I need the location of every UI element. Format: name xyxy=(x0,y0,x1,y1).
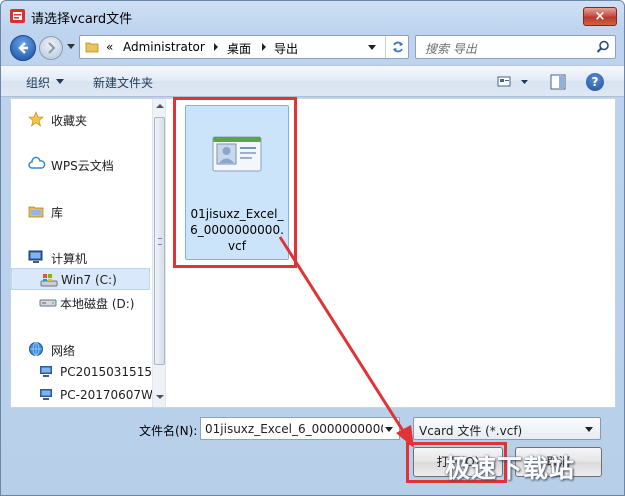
nav-item-network-pc-2[interactable]: PC-20170607W xyxy=(11,384,153,406)
nav-item-favorites[interactable]: 收藏夹 xyxy=(11,108,150,130)
filetype-value: Vcard 文件 (*.vcf) xyxy=(419,424,523,438)
arrow-left-icon xyxy=(18,42,28,54)
scrollbar-thumb[interactable] xyxy=(154,117,165,365)
open-file-dialog: 请选择vcard文件 × « Administrator 桌面 导出 搜索 导出… xyxy=(0,0,625,496)
navigation-pane: 收藏夹 WPS云文档 库 计算机 Win7 (C:) 本地磁盘 (D:) 网络 xyxy=(10,98,166,408)
filename-field[interactable]: 01jisuxz_Excel_6_0000000000.v xyxy=(200,417,400,440)
filename-label: 文件名(N): xyxy=(139,424,198,438)
computer-icon xyxy=(28,250,43,263)
nav-item-network[interactable]: 网络 xyxy=(11,338,150,360)
command-bar: 组织 新建文件夹 ? xyxy=(1,65,624,97)
scroll-down-icon[interactable] xyxy=(156,395,164,399)
file-name: 01jisuxz_Excel_6_0000000000.vcf xyxy=(190,207,284,253)
preview-pane-icon[interactable] xyxy=(550,74,566,90)
nav-item-label: 本地磁盘 (D:) xyxy=(60,297,135,311)
filename-input[interactable]: 01jisuxz_Excel_6_0000000000.v xyxy=(205,422,383,436)
folder-icon xyxy=(85,42,99,53)
breadcrumb-desktop[interactable]: 桌面 xyxy=(227,40,251,57)
chevron-right-icon[interactable] xyxy=(262,43,266,51)
breadcrumb-export[interactable]: 导出 xyxy=(274,40,298,57)
new-folder-button[interactable]: 新建文件夹 xyxy=(93,74,153,91)
nav-item-label: Win7 (C:) xyxy=(61,273,117,287)
nav-item-wps-cloud[interactable]: WPS云文档 xyxy=(11,153,150,175)
file-list[interactable]: 01jisuxz_Excel_6_0000000000.vcf xyxy=(165,98,616,408)
nav-item-network-pc-1[interactable]: PC20150315153 xyxy=(11,361,160,383)
chevron-down-icon[interactable] xyxy=(385,427,393,432)
grip-icon xyxy=(158,238,162,245)
file-item[interactable]: 01jisuxz_Excel_6_0000000000.vcf xyxy=(185,105,289,260)
recent-pages-dropdown[interactable] xyxy=(67,44,75,49)
search-icon[interactable] xyxy=(596,40,610,54)
star-icon xyxy=(28,111,44,127)
nav-item-label: PC20150315153 xyxy=(60,365,160,379)
nav-item-computer[interactable]: 计算机 xyxy=(11,246,150,268)
cloud-icon xyxy=(28,156,46,169)
close-icon: × xyxy=(594,9,606,24)
close-button[interactable]: × xyxy=(583,7,617,26)
forward-button[interactable] xyxy=(39,36,63,60)
view-options-icon[interactable] xyxy=(497,75,529,89)
nav-item-label: PC-20170607W xyxy=(60,388,153,402)
chevron-right-icon[interactable] xyxy=(214,43,218,51)
organize-button[interactable]: 组织 xyxy=(26,74,50,91)
filetype-select[interactable]: Vcard 文件 (*.vcf) xyxy=(413,417,601,440)
watermark-text: 极速下载站 xyxy=(445,454,576,483)
system-drive-icon xyxy=(40,274,58,287)
nav-item-label: 网络 xyxy=(51,344,76,358)
address-bar[interactable]: « Administrator 桌面 导出 xyxy=(79,35,409,59)
library-icon xyxy=(28,206,44,218)
help-icon[interactable]: ? xyxy=(586,73,604,91)
nav-item-label: 计算机 xyxy=(51,252,88,266)
nav-item-label: WPS云文档 xyxy=(51,159,114,173)
scroll-up-icon[interactable] xyxy=(156,104,164,108)
nav-item-drive-c[interactable]: Win7 (C:) xyxy=(11,268,150,290)
chevron-down-icon[interactable] xyxy=(56,79,64,84)
breadcrumb-administrator[interactable]: Administrator xyxy=(123,40,205,54)
drive-icon xyxy=(39,299,57,307)
network-pc-icon xyxy=(40,389,52,400)
network-icon xyxy=(29,342,43,356)
address-dropdown[interactable] xyxy=(368,45,376,50)
vcard-file-icon xyxy=(212,136,262,172)
search-input[interactable]: 搜索 导出 xyxy=(425,40,477,57)
nav-scrollbar[interactable] xyxy=(152,99,166,407)
chevron-down-icon[interactable] xyxy=(585,427,593,432)
nav-item-label: 库 xyxy=(51,206,64,220)
arrow-right-icon xyxy=(48,42,56,54)
window-title: 请选择vcard文件 xyxy=(31,12,133,27)
app-icon xyxy=(10,9,25,23)
refresh-button[interactable] xyxy=(385,36,409,58)
nav-item-label: 收藏夹 xyxy=(51,114,88,128)
breadcrumb-overflow[interactable]: « xyxy=(106,40,113,54)
title-bar[interactable]: 请选择vcard文件 × xyxy=(1,1,624,31)
network-pc-icon xyxy=(40,366,52,377)
search-box[interactable]: 搜索 导出 xyxy=(415,35,616,59)
nav-item-library[interactable]: 库 xyxy=(11,200,150,222)
back-button[interactable] xyxy=(10,35,36,61)
nav-item-drive-d[interactable]: 本地磁盘 (D:) xyxy=(11,291,150,313)
refresh-icon xyxy=(393,41,403,53)
